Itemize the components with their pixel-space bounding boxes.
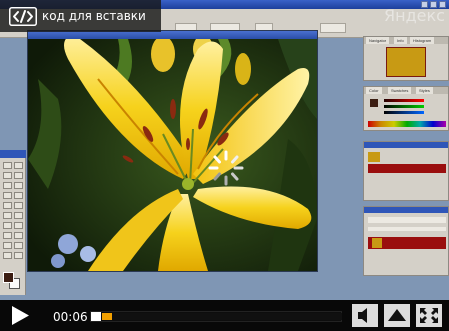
embed-code-button[interactable]: код для вставки — [0, 0, 161, 32]
layers-panel — [363, 206, 449, 276]
photoshop-tools-panel — [0, 150, 26, 295]
upload-button[interactable] — [384, 304, 410, 327]
volume-button[interactable] — [352, 304, 378, 327]
photoshop-document-window — [27, 30, 318, 272]
lily-photo — [28, 39, 317, 271]
seek-bar[interactable] — [90, 311, 342, 322]
play-button[interactable] — [6, 303, 33, 328]
loading-spinner-icon — [208, 150, 244, 186]
embed-code-label: код для вставки — [42, 9, 146, 23]
fullscreen-button[interactable] — [416, 304, 442, 327]
seek-progress-fill — [102, 313, 112, 320]
navigator-panel: Navigator Info Histogram — [363, 36, 449, 81]
seek-track — [102, 313, 342, 320]
foreground-color-swatch — [3, 272, 14, 283]
seek-handle[interactable] — [91, 312, 101, 321]
video-player: Navigator Info Histogram Color Swatches Styl… — [0, 0, 449, 331]
video-frame[interactable]: Navigator Info Histogram Color Swatches Styl… — [0, 0, 449, 300]
history-panel — [363, 141, 449, 201]
document-titlebar — [28, 31, 317, 39]
color-panel: Color Swatches Styles — [363, 86, 449, 131]
code-brackets-icon — [9, 7, 37, 26]
current-time: 00:06 — [53, 310, 88, 324]
yandex-watermark: Яндекс — [384, 6, 445, 25]
